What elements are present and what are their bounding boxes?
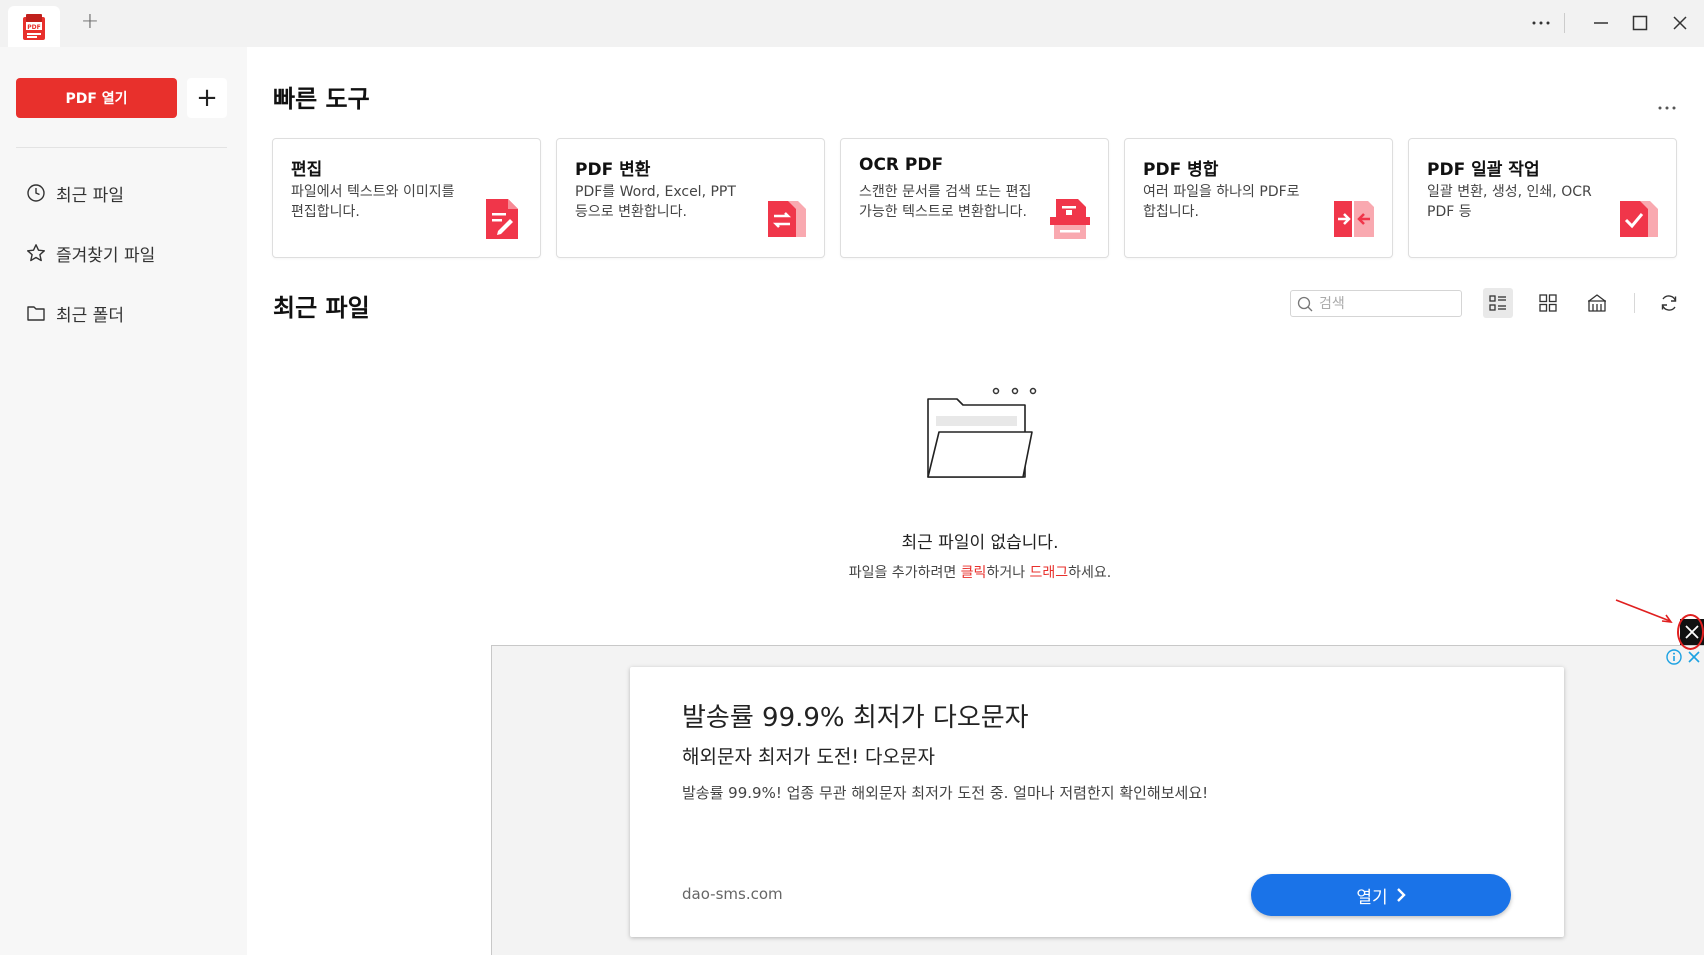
sidebar-item-label: 최근 폴더: [56, 305, 124, 326]
quick-tools-title: 빠른 도구: [273, 85, 370, 113]
empty-sub-text: 하세요.: [1068, 565, 1112, 581]
tool-card-desc: PDF를 Word, Excel, PPT 등으로 변환합니다.: [575, 184, 736, 220]
tool-card-desc: 일괄 변환, 생성, 인쇄, OCR PDF 등: [1427, 184, 1592, 220]
list-view-button[interactable]: [1483, 288, 1513, 318]
star-icon: [27, 244, 45, 262]
tool-card-ocr[interactable]: OCR PDF 스캔한 문서를 검색 또는 편집 가능한 텍스트로 변환합니다.: [840, 138, 1109, 258]
ocr-pdf-icon: [1050, 199, 1090, 239]
title-bar: PDF +: [0, 0, 1704, 47]
refresh-button[interactable]: [1654, 288, 1684, 318]
tool-card-batch[interactable]: PDF 일괄 작업 일괄 변환, 생성, 인쇄, OCR PDF 등: [1408, 138, 1677, 258]
sidebar-item-label: 최근 파일: [56, 185, 124, 206]
close-icon: [1688, 651, 1700, 663]
folder-icon: [27, 306, 45, 321]
click-link[interactable]: 클릭: [961, 565, 987, 581]
sidebar-divider: [16, 147, 227, 148]
more-options-icon[interactable]: [1526, 9, 1556, 37]
merge-pdf-icon: [1334, 201, 1374, 237]
tool-card-edit[interactable]: 편집 파일에서 텍스트와 이미지를 편집합니다.: [272, 138, 541, 258]
chevron-right-icon: [1396, 888, 1406, 902]
app-tab[interactable]: PDF: [8, 6, 60, 47]
tool-card-desc: 파일에서 텍스트와 이미지를 편집합니다.: [291, 184, 455, 220]
tool-card-title: PDF 변환: [575, 160, 651, 180]
annotation-arrow-icon: [1615, 599, 1673, 623]
ad-open-button[interactable]: 열기: [1251, 874, 1511, 916]
empty-sub-text: 하거나: [986, 565, 1030, 581]
sidebar-item-recent-folders[interactable]: 최근 폴더: [26, 298, 124, 328]
tool-card-title: PDF 병합: [1143, 160, 1219, 180]
tool-card-title: 편집: [291, 160, 323, 180]
sidebar-item-label: 즐겨찾기 파일: [56, 245, 156, 266]
window-controls-divider: [1564, 13, 1565, 33]
grid-view-icon: [1539, 294, 1557, 312]
maximize-icon[interactable]: [1625, 9, 1655, 37]
tool-card-desc: 여러 파일을 하나의 PDF로 합칩니다.: [1143, 184, 1300, 220]
ad-open-label: 열기: [1356, 887, 1388, 908]
clock-icon: [27, 184, 45, 202]
svg-text:PDF: PDF: [27, 24, 40, 31]
empty-folder-icon: [927, 387, 1037, 478]
tool-card-convert[interactable]: PDF 변환 PDF를 Word, Excel, PPT 등으로 변환합니다.: [556, 138, 825, 258]
edit-pdf-icon: [486, 199, 518, 239]
empty-state-subtitle: 파일을 추가하려면 클릭하거나 드래그하세요.: [0, 562, 1704, 582]
ad-info-button[interactable]: [1665, 648, 1683, 666]
add-button[interactable]: +: [187, 78, 227, 118]
ad-card[interactable]: 발송률 99.9% 최저가 다오문자 해외문자 최저가 도전! 다오문자 발송률…: [630, 667, 1564, 937]
pdf-app-logo-icon: PDF: [23, 13, 45, 40]
convert-pdf-icon: [768, 201, 806, 237]
refresh-icon: [1661, 295, 1677, 311]
cloud-storage-icon: [1588, 294, 1606, 312]
list-view-icon: [1489, 295, 1506, 311]
sidebar-item-favorite-files[interactable]: 즐겨찾기 파일: [26, 238, 155, 268]
sidebar: PDF 열기 + 최근 파일 즐겨찾기 파일 최근 폴더: [0, 47, 247, 955]
tool-card-merge[interactable]: PDF 병합 여러 파일을 하나의 PDF로 합칩니다.: [1124, 138, 1393, 258]
toolbar-divider: [1634, 293, 1635, 313]
new-tab-button[interactable]: +: [78, 10, 102, 34]
search-icon: [1297, 296, 1313, 311]
open-pdf-button[interactable]: PDF 열기: [16, 78, 177, 118]
empty-sub-text: 파일을 추가하려면: [848, 565, 961, 581]
recent-files-title: 최근 파일: [273, 294, 370, 322]
tool-card-desc: 스캔한 문서를 검색 또는 편집 가능한 텍스트로 변환합니다.: [859, 184, 1032, 220]
search-input[interactable]: [1319, 295, 1449, 312]
drag-link[interactable]: 드래그: [1030, 565, 1069, 581]
empty-state-title: 최근 파일이 없습니다.: [901, 533, 1059, 553]
ad-subheadline: 해외문자 최저가 도전! 다오문자: [682, 746, 935, 768]
grid-view-button[interactable]: [1533, 288, 1563, 318]
ad-headline[interactable]: 발송률 99.9% 최저가 다오문자: [682, 697, 1029, 734]
tool-card-title: PDF 일괄 작업: [1427, 160, 1540, 180]
cloud-storage-button[interactable]: [1582, 288, 1612, 318]
annotation-circle: [1677, 614, 1704, 650]
ad-domain[interactable]: dao-sms.com: [682, 885, 783, 903]
ad-body: 발송률 99.9%! 업종 무관 해외문자 최저가 도전 중. 얼마나 저렴한지…: [682, 784, 1209, 802]
info-icon: [1666, 649, 1682, 665]
batch-pdf-icon: [1620, 201, 1658, 237]
minimize-icon[interactable]: [1586, 9, 1616, 37]
close-window-icon[interactable]: [1665, 9, 1695, 37]
quick-tools-more-icon[interactable]: [1658, 94, 1676, 115]
sidebar-item-recent-files[interactable]: 최근 파일: [26, 178, 124, 208]
ad-dismiss-button[interactable]: [1685, 648, 1703, 666]
search-field[interactable]: [1290, 290, 1462, 317]
tool-card-title: OCR PDF: [859, 155, 944, 175]
